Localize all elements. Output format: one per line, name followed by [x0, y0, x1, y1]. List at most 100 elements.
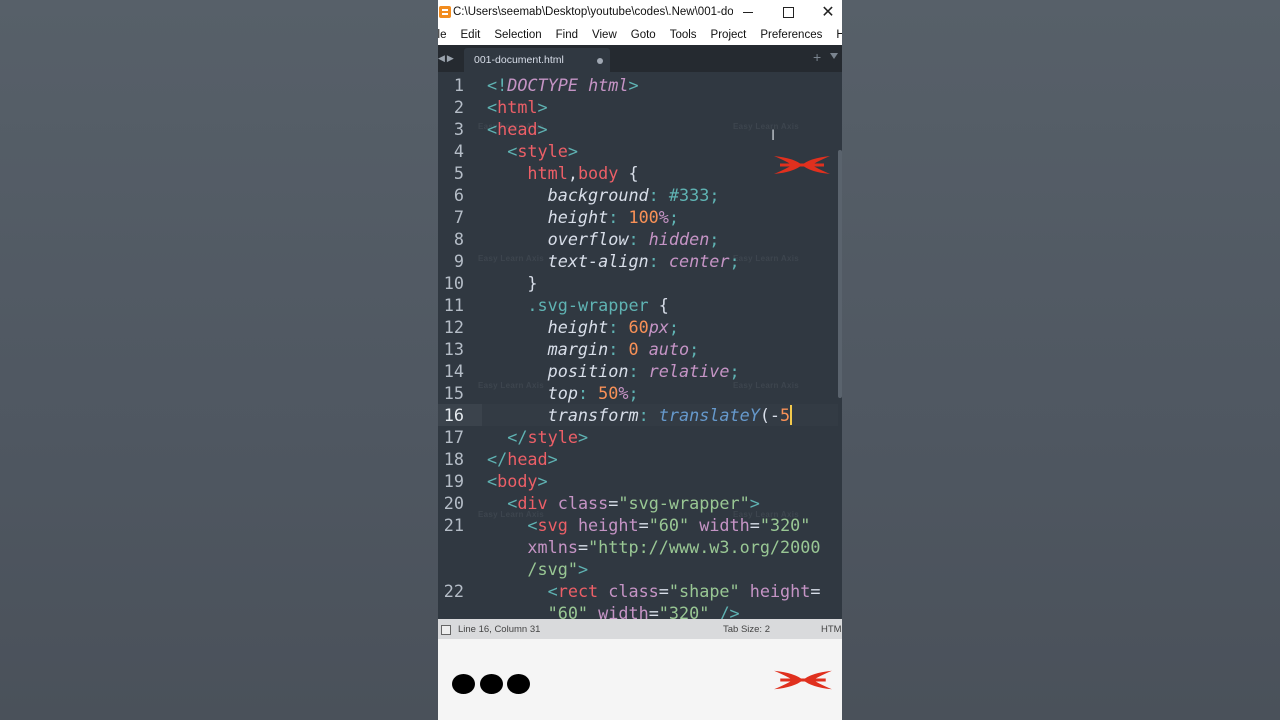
line-number: 13	[443, 339, 464, 359]
sublime-text-icon	[439, 6, 451, 18]
code-text: <head>	[487, 119, 548, 139]
code-text: <svg height="60" width="320"	[527, 515, 811, 535]
code-line: 11 .svg-wrapper {	[438, 294, 838, 316]
video-frame: C:\Users\seemab\Desktop\youtube\codes\.N…	[438, 0, 842, 720]
menu-preferences[interactable]: Preferences	[753, 29, 829, 41]
menu-bar: ile Edit Selection Find View Goto Tools …	[438, 25, 842, 45]
tab-label: 001-document.html	[474, 54, 564, 66]
tab-nav-arrows[interactable]: ◀▶	[438, 53, 456, 64]
right-backdrop	[842, 0, 1280, 720]
code-line: 8 overflow: hidden;	[438, 228, 838, 250]
code-text: top: 50%;	[547, 383, 639, 403]
code-text: position: relative;	[547, 361, 740, 381]
code-line: 21 <svg height="60" width="320"	[438, 514, 838, 536]
code-line: 10 }	[438, 272, 838, 294]
code-line: 14 position: relative;	[438, 360, 838, 382]
line-number: 22	[443, 581, 464, 601]
code-line: 15 top: 50%;	[438, 382, 838, 404]
code-line: 9 text-align: center;	[438, 250, 838, 272]
menu-goto[interactable]: Goto	[624, 29, 663, 41]
code-line-wrap: "60" width="320" />	[438, 602, 838, 619]
minimize-button[interactable]	[728, 0, 768, 25]
tab-001-document[interactable]: 001-document.html	[464, 48, 610, 72]
syntax-indicator[interactable]: HTM	[821, 624, 842, 635]
menu-file[interactable]: ile	[438, 29, 454, 41]
code-line: 18 </head>	[438, 448, 838, 470]
line-number: 10	[443, 273, 464, 293]
menu-tools[interactable]: Tools	[663, 29, 704, 41]
line-number: 21	[443, 515, 464, 535]
code-line: 6 background: #333;	[438, 184, 838, 206]
line-number: 7	[453, 207, 464, 227]
code-text: text-align: center;	[547, 251, 740, 271]
code-editor[interactable]: Easy Learn Axis Easy Learn Axis Easy Lea…	[438, 72, 842, 619]
text-cursor-icon: I	[771, 128, 776, 144]
code-text: <style>	[507, 141, 578, 161]
code-text: </head>	[487, 449, 558, 469]
line-number: 1	[453, 75, 464, 95]
menu-project[interactable]: Project	[704, 29, 754, 41]
code-line: 12 height: 60px;	[438, 316, 838, 338]
line-number: 5	[453, 163, 464, 183]
code-text: background: #333;	[547, 185, 720, 205]
panel-toggle-icon[interactable]	[441, 625, 451, 635]
tab-size-indicator[interactable]: Tab Size: 2	[723, 624, 770, 635]
menu-edit[interactable]: Edit	[454, 29, 488, 41]
menu-selection[interactable]: Selection	[487, 29, 548, 41]
maximize-icon	[782, 7, 794, 18]
line-number: 2	[453, 97, 464, 117]
line-number: 19	[443, 471, 464, 491]
code-line: 3 <head>	[438, 118, 838, 140]
code-text: .svg-wrapper {	[527, 295, 669, 315]
code-line: 7 height: 100%;	[438, 206, 838, 228]
vertical-scrollbar[interactable]	[838, 150, 842, 398]
code-text: height: 100%;	[547, 207, 679, 227]
line-number: 12	[443, 317, 464, 337]
menu-view[interactable]: View	[585, 29, 624, 41]
text-caret	[790, 405, 793, 425]
logo-icon	[774, 156, 830, 174]
close-button[interactable]: ✕	[808, 0, 842, 25]
code-text: xmlns="http://www.w3.org/2000	[527, 537, 821, 557]
dot-icon	[480, 674, 503, 694]
code-text: }	[487, 273, 538, 293]
tab-list-dropdown-icon[interactable]	[830, 53, 838, 59]
logo-icon	[774, 670, 832, 690]
code-line: 2 <html>	[438, 96, 838, 118]
code-text: height: 60px;	[547, 317, 680, 337]
code-line-wrap: xmlns="http://www.w3.org/2000	[438, 536, 838, 558]
line-number: 16	[443, 405, 464, 425]
code-text: <html>	[487, 97, 548, 117]
code-line: 19 <body>	[438, 470, 838, 492]
code-line: 17 </style>	[438, 426, 838, 448]
line-number: 4	[453, 141, 464, 161]
code-text: /svg">	[527, 559, 589, 579]
code-line: 13 margin: 0 auto;	[438, 338, 838, 360]
code-line-wrap: /svg">	[438, 558, 838, 580]
code-text: transform: translateY(-5	[547, 405, 793, 425]
tab-right-arrow-icon[interactable]: ▶	[447, 53, 456, 63]
code-text: html,body {	[527, 163, 639, 183]
minimize-icon	[743, 11, 753, 13]
line-number: 3	[453, 119, 464, 139]
code-text: "60" width="320" />	[547, 603, 740, 619]
dot-icon	[507, 674, 530, 694]
line-number: 6	[453, 185, 464, 205]
status-bar: Line 16, Column 31 Tab Size: 2 HTM	[438, 619, 842, 639]
tab-left-arrow-icon[interactable]: ◀	[438, 53, 447, 63]
code-line: 20 <div class="svg-wrapper">	[438, 492, 838, 514]
left-backdrop	[0, 0, 438, 720]
line-number: 18	[443, 449, 464, 469]
line-number: 9	[453, 251, 464, 271]
cursor-position: Line 16, Column 31	[458, 624, 541, 635]
maximize-button[interactable]	[768, 0, 808, 25]
menu-help[interactable]: Help	[829, 29, 842, 41]
window-title: C:\Users\seemab\Desktop\youtube\codes\.N…	[453, 6, 733, 18]
unsaved-dot-icon[interactable]	[597, 58, 603, 64]
menu-find[interactable]: Find	[549, 29, 585, 41]
code-text: <div class="svg-wrapper">	[507, 493, 760, 513]
code-line: 1 <!DOCTYPE html>	[438, 74, 838, 96]
tab-bar: ◀▶ 001-document.html +	[438, 45, 842, 72]
code-text: <body>	[487, 471, 548, 491]
new-tab-plus-icon[interactable]: +	[813, 49, 821, 65]
